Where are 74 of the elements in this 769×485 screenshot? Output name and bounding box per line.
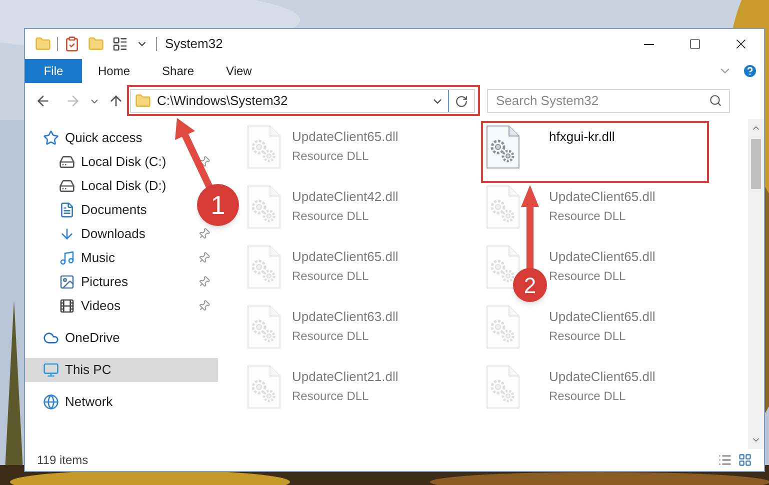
file-type: Resource DLL — [292, 268, 370, 284]
window-title: System32 — [165, 35, 223, 54]
address-path: C:\Windows\System32 — [157, 92, 288, 110]
file-name[interactable]: UpdateClient65.dll — [549, 367, 656, 386]
item-count: 119 items — [37, 452, 88, 469]
file-type: Resource DLL — [292, 208, 370, 224]
scrollbar[interactable] — [748, 119, 764, 449]
ribbon-tab[interactable]: Home — [82, 59, 146, 83]
address-field[interactable]: C:\Windows\System32 — [130, 89, 475, 113]
sidebar-item[interactable]: Videos — [25, 294, 129, 318]
sidebar-item[interactable]: Network — [25, 390, 121, 414]
drive-icon — [59, 178, 75, 194]
file-name[interactable]: UpdateClient65.dll — [549, 247, 656, 266]
file-gear-icon — [246, 245, 282, 289]
up-icon[interactable] — [108, 93, 124, 109]
file-name[interactable]: UpdateClient65.dll — [549, 187, 656, 206]
sidebar-item[interactable]: This PC — [25, 358, 218, 382]
monitor-icon — [43, 362, 59, 378]
file-gear-icon — [485, 185, 521, 229]
arrow — [175, 118, 214, 190]
cloud-icon — [43, 330, 59, 346]
file-gear-icon — [485, 365, 521, 409]
sidebar-item[interactable]: Pictures — [25, 270, 136, 294]
file-type: Resource DLL — [549, 388, 627, 404]
file-type: Resource DLL — [292, 328, 370, 344]
checklist-icon[interactable] — [64, 36, 80, 52]
search-icon[interactable] — [709, 94, 722, 107]
file-gear-icon — [485, 125, 521, 169]
drive-icon — [59, 154, 75, 170]
file-name[interactable]: UpdateClient65.dll — [292, 127, 398, 146]
sidebar-item[interactable]: OneDrive — [25, 326, 128, 350]
file-type: Resource DLL — [292, 388, 370, 404]
ribbon-tab[interactable]: File — [25, 59, 82, 83]
picture-icon — [59, 274, 75, 290]
file-name[interactable]: UpdateClient42.dll — [292, 187, 398, 206]
ribbon-tab[interactable]: View — [210, 59, 268, 83]
file-name[interactable]: UpdateClient21.dll — [292, 367, 398, 386]
details-view-icon[interactable] — [718, 453, 732, 467]
document-icon — [59, 202, 75, 218]
sidebar-item[interactable]: Documents — [25, 198, 155, 222]
properties-icon[interactable] — [112, 36, 128, 52]
sidebar-item[interactable]: Quick access — [25, 126, 150, 150]
file-type: Resource DLL — [549, 208, 627, 224]
refresh-icon[interactable] — [455, 94, 468, 108]
file-type: Resource DLL — [549, 268, 627, 284]
network-icon — [43, 394, 59, 410]
tiles-view-icon[interactable] — [738, 453, 752, 467]
sidebar-item[interactable]: Music — [25, 246, 123, 270]
sidebar-item[interactable]: Local Disk (D:) — [25, 174, 174, 198]
file-gear-icon — [485, 305, 521, 349]
scroll-thumb[interactable] — [751, 139, 761, 189]
file-gear-icon — [246, 185, 282, 229]
film-icon — [59, 298, 75, 314]
file-type: Resource DLL — [292, 148, 370, 164]
maximize-icon — [689, 38, 701, 50]
star-icon — [43, 130, 59, 146]
file-name[interactable]: UpdateClient65.dll — [549, 307, 656, 326]
file-name[interactable]: hfxgui-kr.dll — [549, 127, 615, 146]
file-name[interactable]: UpdateClient65.dll — [292, 247, 398, 266]
sidebar-item[interactable]: Local Disk (C:) — [25, 150, 174, 174]
search-field[interactable]: Search System32 — [487, 88, 730, 113]
download-icon — [59, 226, 75, 242]
file-gear-icon — [246, 365, 282, 409]
help-icon[interactable] — [742, 63, 758, 79]
folder-icon — [135, 93, 151, 109]
file-type: Resource DLL — [549, 328, 627, 344]
file-gear-icon — [485, 245, 521, 289]
file-name[interactable]: UpdateClient63.dll — [292, 307, 398, 326]
sidebar-item[interactable]: Downloads — [25, 222, 154, 246]
file-gear-icon — [246, 305, 282, 349]
back-icon[interactable] — [35, 93, 51, 109]
ribbon-tab[interactable]: Share — [146, 59, 210, 83]
file-gear-icon — [246, 125, 282, 169]
music-note-icon — [59, 250, 75, 266]
